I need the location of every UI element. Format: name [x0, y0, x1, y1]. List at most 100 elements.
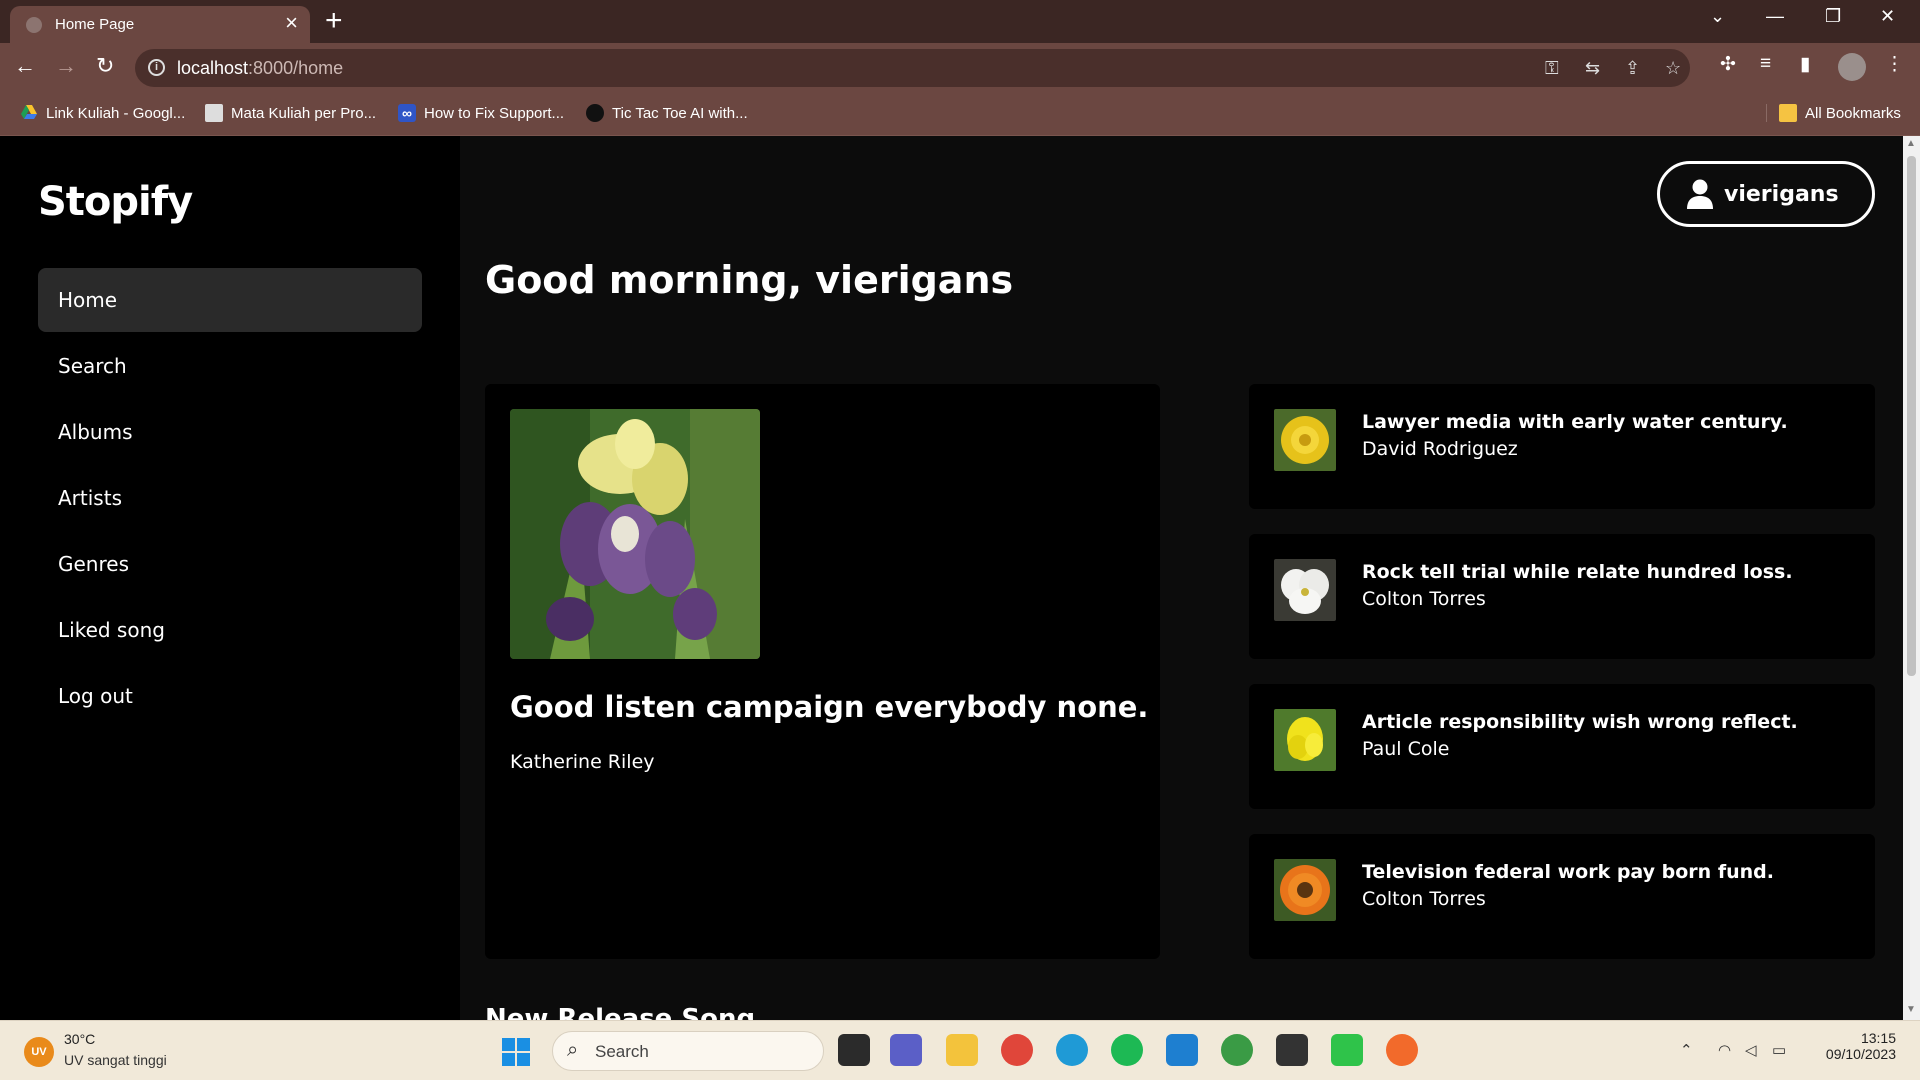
song-title[interactable]: Television federal work pay born fund. — [1362, 861, 1774, 883]
task-view-icon[interactable] — [838, 1034, 870, 1066]
bookmark-item[interactable]: ∞ How to Fix Support... — [398, 104, 564, 122]
side-panel-icon[interactable]: ▮ — [1800, 53, 1810, 76]
share-icon[interactable]: ⇪ — [1625, 58, 1640, 79]
site-icon — [586, 104, 604, 122]
song-thumbnail — [1274, 559, 1336, 621]
sidebar-item-artists[interactable]: Artists — [38, 466, 422, 530]
featured-cover-image — [510, 409, 760, 659]
folder-icon — [1779, 104, 1797, 122]
featured-song-title[interactable]: Good listen campaign everybody none. — [510, 690, 1148, 724]
username-label: vierigans — [1724, 182, 1839, 207]
sidebar-item-home[interactable]: Home — [38, 268, 422, 332]
infinity-icon: ∞ — [398, 104, 416, 122]
sidebar-item-liked-song[interactable]: Liked song — [38, 598, 422, 662]
featured-song-card[interactable]: Good listen campaign everybody none. Kat… — [485, 384, 1160, 959]
app-logo[interactable]: Stopify — [38, 179, 193, 225]
reload-button[interactable]: ↻ — [96, 53, 114, 79]
edge-icon[interactable] — [1056, 1034, 1088, 1066]
main-content: vierigans Good morning, vierigans Good l… — [460, 136, 1903, 1020]
extensions-icon[interactable]: ✣ — [1720, 53, 1736, 76]
song-card[interactable]: Television federal work pay born fund. C… — [1249, 834, 1875, 959]
song-card[interactable]: Rock tell trial while relate hundred los… — [1249, 534, 1875, 659]
file-explorer-icon[interactable] — [946, 1034, 978, 1066]
tab-bar: Home Page × + ⌄ — ❐ ✕ — [0, 0, 1920, 43]
close-tab-icon[interactable]: × — [285, 12, 298, 34]
teams-icon[interactable] — [890, 1034, 922, 1066]
scrollbar-thumb[interactable] — [1907, 156, 1916, 676]
bookmark-item[interactable]: Mata Kuliah per Pro... — [205, 104, 376, 122]
vscode-icon[interactable] — [1166, 1034, 1198, 1066]
bookmarks-bar: Link Kuliah - Googl... Mata Kuliah per P… — [0, 93, 1920, 136]
sidebar: Stopify Home Search Albums Artists Genre… — [0, 136, 460, 1020]
sidebar-item-search[interactable]: Search — [38, 334, 422, 398]
sidebar-item-log-out[interactable]: Log out — [38, 664, 422, 728]
chevron-down-icon[interactable]: ⌄ — [1710, 6, 1725, 27]
site-icon — [205, 104, 223, 122]
weather-temperature[interactable]: 30°C — [64, 1031, 95, 1047]
page-scrollbar[interactable]: ▲ ▼ — [1903, 136, 1920, 1020]
song-card[interactable]: Lawyer media with early water century. D… — [1249, 384, 1875, 509]
chevron-up-icon[interactable]: ⌃ — [1680, 1041, 1693, 1059]
windows-taskbar: UV 30°C UV sangat tinggi ⌕ Search ⌃ ◠ ◁ … — [0, 1020, 1920, 1080]
scroll-down-icon[interactable]: ▼ — [1906, 1004, 1916, 1015]
all-bookmarks[interactable]: All Bookmarks — [1766, 104, 1901, 122]
song-title[interactable]: Rock tell trial while relate hundred los… — [1362, 561, 1793, 583]
menu-dots-icon[interactable]: ⋮ — [1885, 53, 1904, 76]
windows-start-icon[interactable] — [502, 1038, 530, 1066]
system-clock[interactable]: 13:15 09/10/2023 — [1820, 1030, 1896, 1062]
song-title[interactable]: Article responsibility wish wrong reflec… — [1362, 711, 1798, 733]
drive-icon — [20, 104, 38, 122]
back-button[interactable]: ← — [14, 53, 36, 79]
sidebar-item-genres[interactable]: Genres — [38, 532, 422, 596]
restore-button[interactable]: ❐ — [1825, 6, 1841, 27]
address-bar[interactable]: i localhost:8000/home ⚿ ⇆ ⇪ ☆ — [135, 49, 1690, 87]
globe-icon — [26, 17, 42, 33]
wifi-icon[interactable]: ◠ — [1718, 1041, 1731, 1059]
song-title[interactable]: Lawyer media with early water century. — [1362, 411, 1788, 433]
taskbar-search[interactable]: ⌕ Search — [552, 1031, 824, 1071]
terminal-icon[interactable] — [1276, 1034, 1308, 1066]
translate-icon[interactable]: ⇆ — [1585, 58, 1600, 79]
tab-home-page[interactable]: Home Page × — [10, 6, 310, 43]
star-icon[interactable]: ☆ — [1665, 58, 1681, 79]
media-control-icon[interactable]: ≡ — [1760, 53, 1771, 75]
bookmark-item[interactable]: Link Kuliah - Googl... — [20, 104, 185, 122]
line-icon[interactable] — [1331, 1034, 1363, 1066]
song-artist[interactable]: David Rodriguez — [1362, 438, 1518, 460]
featured-song-artist[interactable]: Katherine Riley — [510, 751, 655, 773]
song-thumbnail — [1274, 859, 1336, 921]
key-icon[interactable]: ⚿ — [1545, 58, 1559, 79]
browser-toolbar: ← → ↻ i localhost:8000/home ⚿ ⇆ ⇪ ☆ ✣ ≡ … — [0, 43, 1920, 93]
bookmark-item[interactable]: Tic Tac Toe AI with... — [586, 104, 748, 122]
user-icon — [1686, 178, 1714, 210]
url-text[interactable]: localhost:8000/home — [177, 58, 343, 79]
spotify-icon[interactable] — [1111, 1034, 1143, 1066]
song-artist[interactable]: Paul Cole — [1362, 738, 1449, 760]
chrome-icon[interactable] — [1001, 1034, 1033, 1066]
page-title: Good morning, vierigans — [485, 258, 1014, 302]
minimize-button[interactable]: — — [1766, 6, 1784, 27]
search-icon: ⌕ — [567, 1039, 579, 1061]
new-tab-button[interactable]: + — [325, 4, 343, 38]
tab-title: Home Page — [55, 16, 135, 33]
user-menu-button[interactable]: vierigans — [1657, 161, 1875, 227]
close-window-button[interactable]: ✕ — [1880, 6, 1895, 27]
section-heading: New Release Song — [485, 1004, 756, 1020]
song-thumbnail — [1274, 409, 1336, 471]
web-page: Stopify Home Search Albums Artists Genre… — [0, 136, 1903, 1020]
weather-status[interactable]: UV sangat tinggi — [64, 1052, 167, 1068]
battery-icon[interactable]: ▭ — [1772, 1041, 1786, 1059]
profile-avatar[interactable] — [1838, 53, 1866, 81]
chrome-profile-icon[interactable] — [1221, 1034, 1253, 1066]
song-artist[interactable]: Colton Torres — [1362, 588, 1486, 610]
volume-icon[interactable]: ◁ — [1745, 1041, 1757, 1059]
info-icon[interactable]: i — [148, 59, 165, 76]
forward-button[interactable]: → — [55, 53, 77, 79]
weather-icon[interactable]: UV — [24, 1037, 54, 1067]
song-card[interactable]: Article responsibility wish wrong reflec… — [1249, 684, 1875, 809]
song-thumbnail — [1274, 709, 1336, 771]
song-artist[interactable]: Colton Torres — [1362, 888, 1486, 910]
scroll-up-icon[interactable]: ▲ — [1906, 138, 1916, 149]
sidebar-item-albums[interactable]: Albums — [38, 400, 422, 464]
postman-icon[interactable] — [1386, 1034, 1418, 1066]
